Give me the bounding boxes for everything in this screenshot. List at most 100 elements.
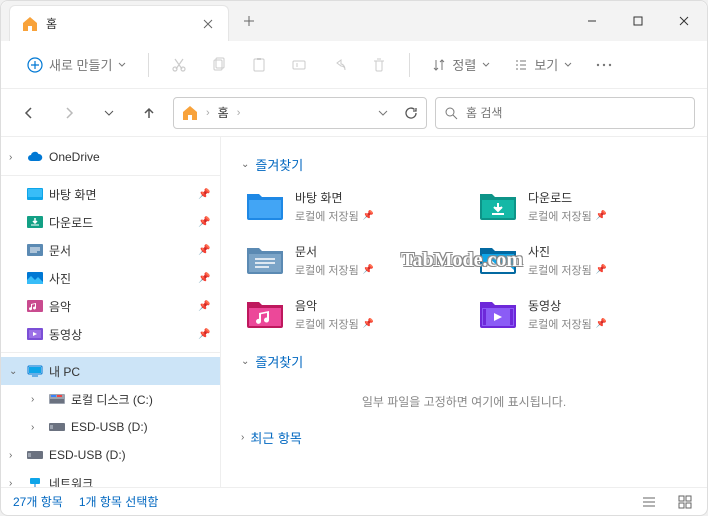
up-button[interactable] xyxy=(133,97,165,129)
section-favorites-2[interactable]: ⌄ 즐겨찾기 xyxy=(241,352,687,371)
chevron-down-icon[interactable]: ⌄ xyxy=(9,366,21,377)
sidebar-item-pictures[interactable]: 사진 📌 xyxy=(1,264,220,292)
chevron-down-icon: ⌄ xyxy=(241,356,249,367)
sidebar-item-label: 바탕 화면 xyxy=(49,186,192,203)
picture-icon xyxy=(27,270,43,286)
statusbar: 27개 항목 1개 항목 선택함 xyxy=(1,487,707,515)
item-title: 다운로드 xyxy=(528,189,607,206)
chevron-right-icon[interactable]: › xyxy=(9,478,21,488)
back-button[interactable] xyxy=(13,97,45,129)
item-subtitle: 로컬에 저장됨 xyxy=(528,208,592,224)
sidebar-item-label: 음악 xyxy=(49,298,192,315)
close-icon[interactable] xyxy=(200,16,216,32)
section-label: 최근 항목 xyxy=(250,428,301,447)
sidebar: › OneDrive 바탕 화면 📌 다운로드 📌 문서 � xyxy=(1,137,221,487)
status-selected: 1개 항목 선택함 xyxy=(79,493,159,510)
chevron-right-icon[interactable]: › xyxy=(9,450,21,461)
item-title: 문서 xyxy=(295,243,374,260)
download-icon xyxy=(27,214,43,230)
address-bar[interactable]: › 홈 › xyxy=(173,97,427,129)
maximize-button[interactable] xyxy=(615,5,661,37)
pc-icon xyxy=(27,363,43,379)
view-button[interactable]: 보기 xyxy=(504,47,582,83)
recent-dropdown[interactable] xyxy=(93,97,125,129)
quick-item-videos[interactable]: 동영상 로컬에 저장됨📌 xyxy=(474,292,687,336)
music-folder-icon xyxy=(245,296,285,332)
pin-icon: 📌 xyxy=(363,210,374,221)
refresh-button[interactable] xyxy=(404,106,418,120)
pin-icon: 📌 xyxy=(198,189,212,200)
search-input[interactable] xyxy=(466,106,686,120)
tab-home[interactable]: 홈 xyxy=(9,5,229,41)
sidebar-item-downloads[interactable]: 다운로드 📌 xyxy=(1,208,220,236)
chevron-right-icon[interactable]: › xyxy=(9,152,21,163)
sidebar-item-music[interactable]: 음악 📌 xyxy=(1,292,220,320)
chevron-down-icon xyxy=(118,61,126,69)
quick-item-pictures[interactable]: 사진 로컬에 저장됨📌 xyxy=(474,238,687,282)
document-icon xyxy=(27,242,43,258)
sidebar-item-label: 다운로드 xyxy=(49,214,192,231)
chevron-right-icon: › xyxy=(237,107,241,119)
sidebar-item-videos[interactable]: 동영상 📌 xyxy=(1,320,220,348)
chevron-right-icon: › xyxy=(241,432,244,443)
breadcrumb-home[interactable]: 홈 xyxy=(218,104,229,121)
quick-item-desktop[interactable]: 바탕 화면 로컬에 저장됨📌 xyxy=(241,184,454,228)
forward-button xyxy=(53,97,85,129)
document-folder-icon xyxy=(245,242,285,278)
usb-drive-icon xyxy=(27,447,43,463)
pin-icon: 📌 xyxy=(198,245,212,256)
video-folder-icon xyxy=(478,296,518,332)
sort-label: 정렬 xyxy=(452,55,476,74)
new-label: 새로 만들기 xyxy=(49,55,112,74)
sidebar-item-label: OneDrive xyxy=(49,150,212,164)
sidebar-item-documents[interactable]: 문서 📌 xyxy=(1,236,220,264)
quick-item-downloads[interactable]: 다운로드 로컬에 저장됨📌 xyxy=(474,184,687,228)
sidebar-item-onedrive[interactable]: › OneDrive xyxy=(1,143,220,171)
sidebar-item-drive-d2[interactable]: › ESD-USB (D:) xyxy=(1,441,220,469)
addressbar-dropdown[interactable] xyxy=(378,108,388,118)
sidebar-item-network[interactable]: › 네트워크 xyxy=(1,469,220,487)
sort-button[interactable]: 정렬 xyxy=(422,47,500,83)
minimize-button[interactable] xyxy=(569,5,615,37)
network-icon xyxy=(27,475,43,487)
section-recent[interactable]: › 최근 항목 xyxy=(241,428,687,447)
close-window-button[interactable] xyxy=(661,5,707,37)
sidebar-item-drive-d1[interactable]: › ESD-USB (D:) xyxy=(1,413,220,441)
pin-icon: 📌 xyxy=(596,318,607,329)
pin-icon: 📌 xyxy=(198,301,212,312)
icons-view-button[interactable] xyxy=(675,492,695,512)
sidebar-item-drive-c[interactable]: › 로컬 디스크 (C:) xyxy=(1,385,220,413)
toolbar: 새로 만들기 정렬 보기 xyxy=(1,41,707,89)
sidebar-item-desktop[interactable]: 바탕 화면 📌 xyxy=(1,180,220,208)
more-button[interactable] xyxy=(586,47,622,83)
titlebar: 홈 xyxy=(1,1,707,41)
search-box[interactable] xyxy=(435,97,695,129)
pin-icon: 📌 xyxy=(363,264,374,275)
item-title: 음악 xyxy=(295,297,374,314)
cloud-icon xyxy=(27,149,43,165)
new-button[interactable]: 새로 만들기 xyxy=(17,47,136,83)
details-view-button[interactable] xyxy=(639,492,659,512)
main-area: ⌄ 즐겨찾기 바탕 화면 로컬에 저장됨📌 다운로드 로컬에 저장됨📌 xyxy=(221,137,707,487)
section-favorites[interactable]: ⌄ 즐겨찾기 xyxy=(241,155,687,174)
empty-favorites-message: 일부 파일을 고정하면 여기에 표시됩니다. xyxy=(241,381,687,422)
item-subtitle: 로컬에 저장됨 xyxy=(295,208,359,224)
video-icon xyxy=(27,326,43,342)
sidebar-item-thispc[interactable]: ⌄ 내 PC xyxy=(1,357,220,385)
share-button xyxy=(321,47,357,83)
picture-folder-icon xyxy=(478,242,518,278)
home-icon xyxy=(22,16,38,32)
quick-item-music[interactable]: 음악 로컬에 저장됨📌 xyxy=(241,292,454,336)
chevron-right-icon[interactable]: › xyxy=(31,422,43,433)
rename-button xyxy=(281,47,317,83)
address-row: › 홈 › xyxy=(1,89,707,137)
usb-drive-icon xyxy=(49,419,65,435)
pin-icon: 📌 xyxy=(198,329,212,340)
quick-item-documents[interactable]: 문서 로컬에 저장됨📌 xyxy=(241,238,454,282)
add-tab-button[interactable] xyxy=(233,5,265,37)
chevron-right-icon[interactable]: › xyxy=(31,394,43,405)
pin-icon: 📌 xyxy=(198,217,212,228)
paste-button xyxy=(241,47,277,83)
sidebar-item-label: ESD-USB (D:) xyxy=(49,448,212,462)
sidebar-item-label: 동영상 xyxy=(49,326,192,343)
